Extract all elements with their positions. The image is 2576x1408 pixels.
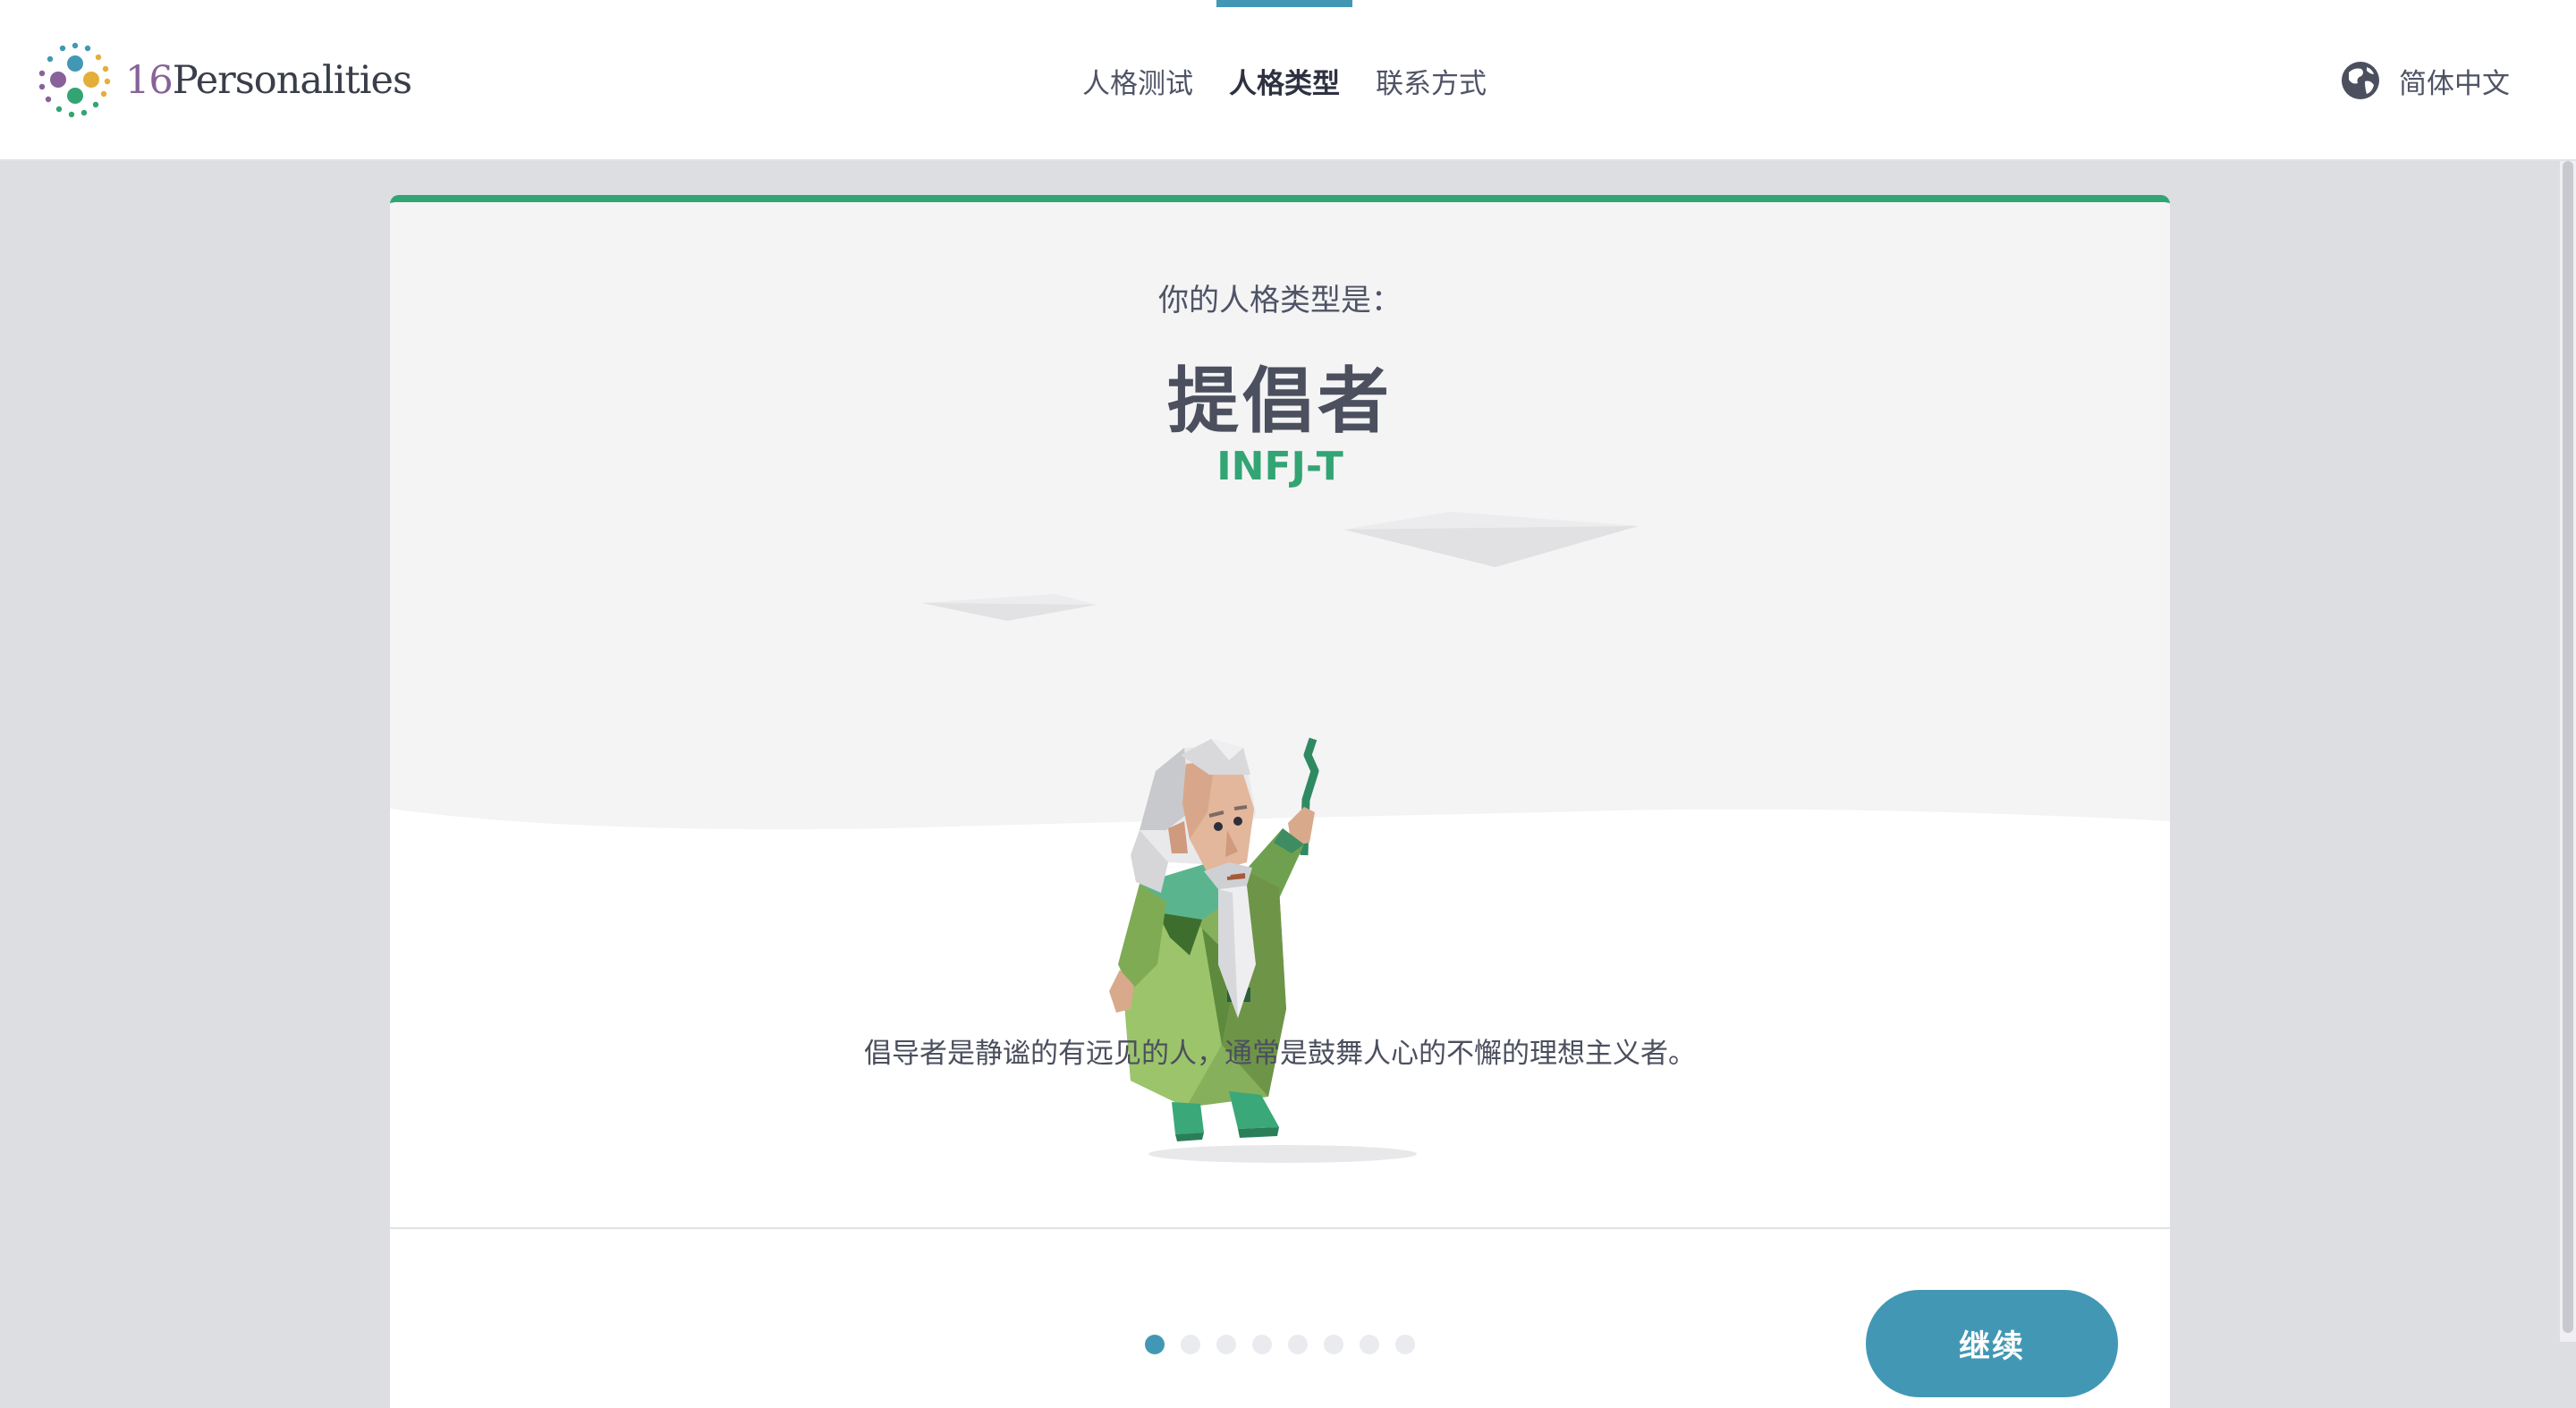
pagination-dot[interactable] bbox=[1252, 1335, 1272, 1354]
pagination-dot[interactable] bbox=[1181, 1335, 1200, 1354]
personality-type-code: INFJ-T bbox=[1216, 444, 1343, 489]
site-logo[interactable]: 16 Personalities bbox=[34, 38, 412, 123]
pagination-dot[interactable] bbox=[1395, 1335, 1415, 1354]
cloud-illustration bbox=[921, 594, 1097, 621]
continue-button[interactable]: 继续 bbox=[1866, 1290, 2118, 1397]
page-scrollbar[interactable] bbox=[2560, 161, 2576, 1342]
logo-wordmark: 16 Personalities bbox=[125, 58, 412, 103]
top-navigation-bar: 16 Personalities 人格测试 人格类型 联系方式 简体中文 bbox=[0, 0, 2576, 161]
pagination-dot[interactable] bbox=[1324, 1335, 1343, 1354]
nav-item-personality-test[interactable]: 人格测试 bbox=[1064, 0, 1211, 161]
personality-description: 倡导者是静谧的有远见的人，通常是鼓舞人心的不懈的理想主义者。 bbox=[864, 1038, 1696, 1070]
advocate-character-illustration bbox=[1109, 737, 1417, 1163]
card-divider bbox=[390, 1227, 2170, 1229]
result-hero: 你的人格类型是： 提倡者 INFJ-T 倡导者是静谧的有远见的人，通常是鼓舞人心… bbox=[390, 202, 2170, 1233]
globe-icon bbox=[2342, 62, 2379, 99]
nav-item-contact[interactable]: 联系方式 bbox=[1358, 0, 1504, 161]
pagination-dot[interactable] bbox=[1360, 1335, 1379, 1354]
logo-dots-icon bbox=[38, 42, 111, 118]
pagination-dot[interactable] bbox=[1216, 1335, 1236, 1354]
result-card: 你的人格类型是： 提倡者 INFJ-T 倡导者是静谧的有远见的人，通常是鼓舞人心… bbox=[390, 195, 2170, 1408]
pagination-dot[interactable] bbox=[1145, 1335, 1165, 1354]
scrollbar-thumb[interactable] bbox=[2563, 161, 2573, 1333]
pagination-dot[interactable] bbox=[1288, 1335, 1308, 1354]
personality-type-name: 提倡者 bbox=[1167, 360, 1393, 443]
logo-word: Personalities bbox=[172, 58, 412, 103]
nav-item-personality-types[interactable]: 人格类型 bbox=[1211, 0, 1358, 161]
language-label: 简体中文 bbox=[2399, 67, 2510, 100]
pagination-dots bbox=[1145, 1335, 1415, 1354]
language-selector[interactable]: 简体中文 bbox=[2340, 55, 2510, 106]
logo-number: 16 bbox=[125, 58, 174, 103]
main-navigation: 人格测试 人格类型 联系方式 bbox=[1064, 0, 1504, 161]
result-label: 你的人格类型是： bbox=[1158, 283, 1402, 318]
